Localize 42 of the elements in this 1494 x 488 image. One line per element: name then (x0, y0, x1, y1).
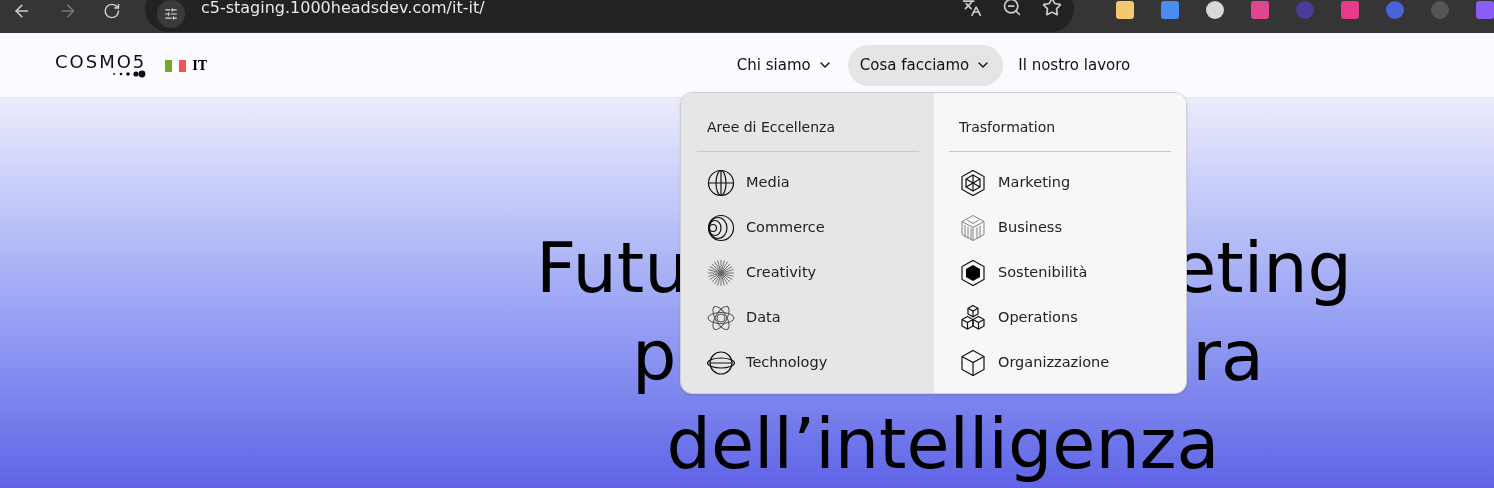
striped-cube-icon (959, 213, 987, 242)
hero-heading-text: Futu (536, 226, 689, 311)
hero-heading-text: p (632, 314, 677, 399)
bookmark-star-icon[interactable] (1042, 0, 1062, 17)
nav-menu-item[interactable]: Cosa facciamo (847, 44, 1004, 86)
url-text: c5-staging.1000headsdev.com/it-it/ (200, 0, 485, 17)
hero-heading-text: dell’intelligenza (666, 402, 1220, 487)
menu-column-title: Aree di Eccellenza (697, 93, 919, 152)
translate-icon[interactable] (962, 0, 982, 17)
hero-heading-text: ra (1192, 314, 1264, 399)
menu-item[interactable]: Data (697, 295, 919, 340)
extension-icon[interactable] (1161, 0, 1179, 19)
address-bar[interactable]: c5-staging.1000headsdev.com/it-it/ (144, 0, 1074, 32)
extension-icon[interactable] (1206, 0, 1224, 19)
zoom-icon[interactable] (1002, 0, 1022, 17)
menu-item[interactable]: Marketing (949, 160, 1171, 205)
italian-flag-icon (165, 60, 187, 72)
stacked-cubes-icon (959, 303, 987, 332)
filled-hexagon-icon (959, 258, 987, 287)
concentric-circles-icon (707, 213, 735, 242)
site-info-icon[interactable] (156, 0, 185, 28)
menu-column-title: Trasformation (949, 93, 1171, 152)
logo[interactable]: COSMO5 (55, 52, 147, 78)
language-code[interactable]: IT (192, 57, 207, 75)
atom-icon (707, 303, 735, 332)
menu-item[interactable]: Commerce (697, 205, 919, 250)
extension-icon[interactable] (1116, 0, 1134, 19)
nav-menu-item[interactable]: Chi siamo (724, 44, 845, 86)
cube-icon (959, 348, 987, 377)
menu-item[interactable]: Operations (949, 295, 1171, 340)
nav-menu-item[interactable]: Il nostro lavoro (1006, 44, 1143, 86)
starburst-icon (707, 258, 735, 287)
planet-ring-icon (707, 348, 735, 377)
globe-icon (707, 168, 735, 197)
menu-item[interactable]: Organizzazione (949, 340, 1171, 385)
reload-icon[interactable] (103, 1, 121, 20)
menu-item[interactable]: Creativity (697, 250, 919, 295)
menu-item[interactable]: Sostenibilità (949, 250, 1171, 295)
menu-item[interactable]: Business (949, 205, 1171, 250)
menu-item[interactable]: Media (697, 160, 919, 205)
hexagon-cube-icon (959, 168, 987, 197)
menu-item[interactable]: Technology (697, 340, 919, 385)
